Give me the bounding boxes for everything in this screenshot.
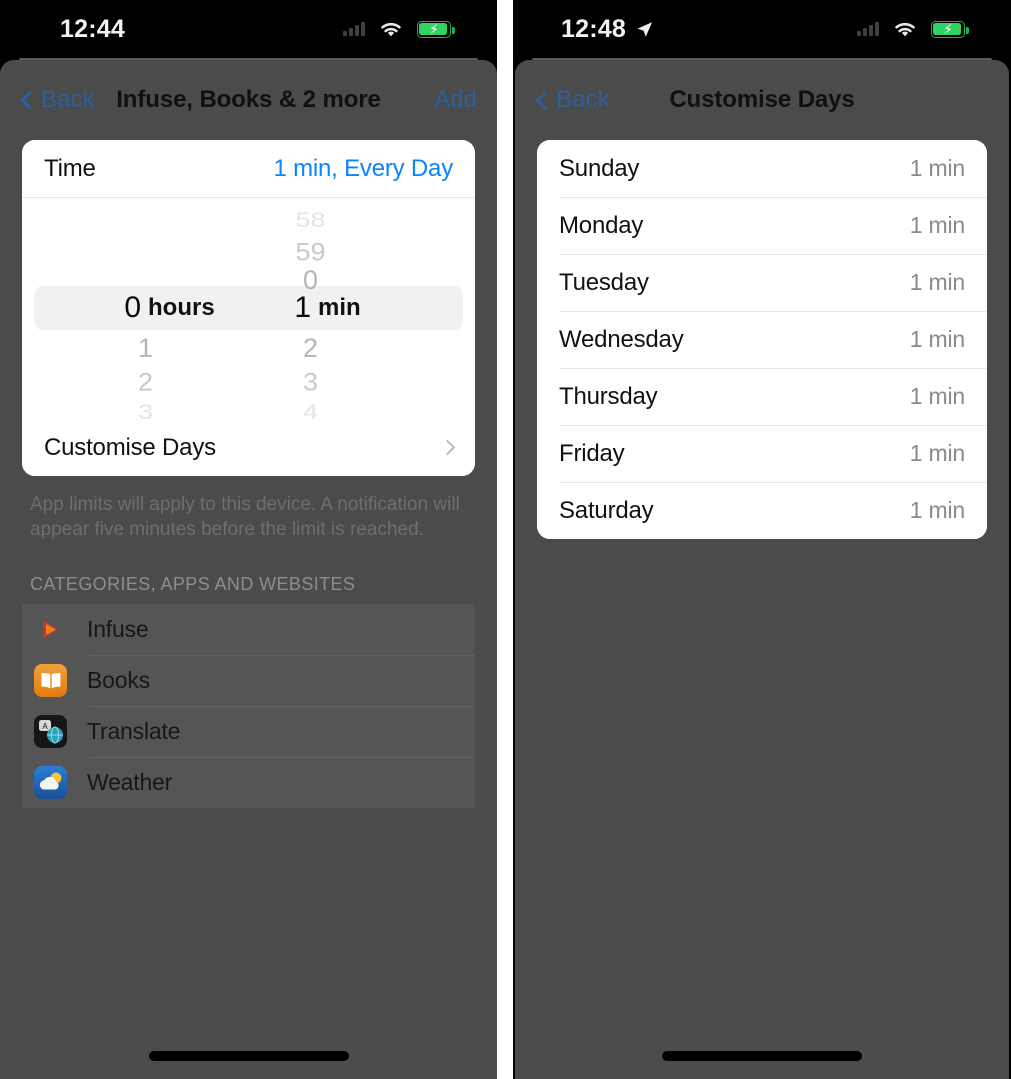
table-row[interactable]: Wednesday 1 min bbox=[537, 311, 987, 368]
home-indicator[interactable] bbox=[148, 1051, 349, 1061]
day-limit-value: 1 min bbox=[909, 269, 965, 295]
hours-value: 0 bbox=[124, 291, 141, 324]
infuse-app-icon bbox=[34, 613, 67, 646]
hours-picker-column[interactable]: 0 hours 1 2 3 bbox=[95, 198, 245, 424]
minutes-option[interactable]: 58 bbox=[253, 207, 403, 233]
wifi-icon bbox=[381, 22, 401, 36]
status-bar-clock: 12:44 bbox=[60, 14, 125, 43]
back-button[interactable]: Back bbox=[20, 86, 95, 114]
day-limit-value: 1 min bbox=[909, 326, 965, 352]
table-row[interactable]: Monday 1 min bbox=[537, 197, 987, 254]
list-item[interactable]: Weather bbox=[22, 757, 475, 808]
apps-list: Infuse Books A Translate Weather bbox=[22, 604, 475, 808]
day-limit-value: 1 min bbox=[909, 497, 965, 523]
right-status-bar: 12:48 ⚡ bbox=[513, 0, 1011, 58]
back-button[interactable]: Back bbox=[535, 86, 610, 114]
home-indicator[interactable] bbox=[662, 1051, 862, 1061]
day-limit-value: 1 min bbox=[909, 440, 965, 466]
minutes-option[interactable]: 59 bbox=[253, 237, 403, 266]
hours-selected-option[interactable]: 0 hours bbox=[95, 291, 245, 324]
cellular-signal-icon bbox=[343, 22, 365, 36]
table-row[interactable]: Thursday 1 min bbox=[537, 368, 987, 425]
minutes-option[interactable]: 3 bbox=[253, 367, 403, 396]
weather-app-icon bbox=[34, 766, 67, 799]
time-settings-card: Time 1 min, Every Day 0 hours 1 2 3 58 5… bbox=[22, 140, 475, 476]
add-button[interactable]: Add bbox=[434, 86, 477, 114]
time-row-value: 1 min, Every Day bbox=[273, 154, 453, 182]
battery-charging-icon: ⚡ bbox=[417, 20, 455, 38]
day-limit-value: 1 min bbox=[909, 212, 965, 238]
list-item[interactable]: Infuse bbox=[22, 604, 475, 655]
day-label: Wednesday bbox=[559, 325, 684, 353]
day-label: Friday bbox=[559, 439, 625, 467]
time-row-label: Time bbox=[44, 154, 96, 182]
app-name: Books bbox=[87, 667, 150, 693]
charging-bolt-icon: ⚡ bbox=[943, 21, 953, 37]
list-item[interactable]: Books bbox=[22, 655, 475, 706]
customise-days-row[interactable]: Customise Days bbox=[22, 419, 475, 476]
table-row[interactable]: Saturday 1 min bbox=[537, 482, 987, 539]
right-phone-screenshot: 12:48 ⚡ Back Customise Days Sunday 1 min… bbox=[513, 0, 1011, 1079]
table-row[interactable]: Sunday 1 min bbox=[537, 140, 987, 197]
app-name: Weather bbox=[87, 769, 173, 795]
wifi-icon bbox=[895, 22, 915, 36]
right-nav-bar: Back Customise Days bbox=[515, 60, 1009, 140]
duration-picker[interactable]: 0 hours 1 2 3 58 59 0 1 min 2 3 4 bbox=[22, 197, 475, 424]
books-app-icon bbox=[34, 664, 67, 697]
left-nav-bar: Back Infuse, Books & 2 more Add bbox=[0, 60, 497, 140]
chevron-left-icon bbox=[20, 90, 39, 110]
right-sheet: Back Customise Days Sunday 1 min Monday … bbox=[515, 60, 1009, 1079]
status-bar-indicators: ⚡ bbox=[857, 20, 969, 39]
location-arrow-icon bbox=[635, 20, 654, 39]
hours-option[interactable] bbox=[95, 207, 245, 233]
svg-text:A: A bbox=[42, 722, 48, 731]
table-row[interactable]: Tuesday 1 min bbox=[537, 254, 987, 311]
days-card: Sunday 1 min Monday 1 min Tuesday 1 min … bbox=[537, 140, 987, 539]
minutes-selected-option[interactable]: 1 min bbox=[253, 291, 403, 324]
categories-section-header: CATEGORIES, APPS AND WEBSITES bbox=[30, 574, 356, 594]
minutes-unit-label: min bbox=[318, 294, 361, 321]
limits-footer-note: App limits will apply to this device. A … bbox=[30, 494, 460, 540]
day-label: Tuesday bbox=[559, 268, 649, 296]
list-item[interactable]: A Translate bbox=[22, 706, 475, 757]
panel-divider bbox=[497, 0, 513, 1079]
battery-charging-icon: ⚡ bbox=[931, 20, 969, 38]
minutes-picker-column[interactable]: 58 59 0 1 min 2 3 4 bbox=[253, 198, 403, 424]
time-row[interactable]: Time 1 min, Every Day bbox=[22, 140, 475, 197]
minutes-value: 1 bbox=[294, 291, 311, 324]
day-label: Saturday bbox=[559, 496, 654, 524]
chevron-right-icon bbox=[439, 439, 456, 456]
day-label: Monday bbox=[559, 211, 644, 239]
charging-bolt-icon: ⚡ bbox=[429, 21, 439, 37]
day-label: Thursday bbox=[559, 382, 658, 410]
hours-option[interactable]: 1 bbox=[95, 332, 245, 364]
minutes-option[interactable]: 2 bbox=[253, 332, 403, 364]
day-limit-value: 1 min bbox=[909, 155, 965, 181]
cellular-signal-icon bbox=[857, 22, 879, 36]
left-phone-screenshot: 12:44 ⚡ Back Infuse, Books & 2 more Add … bbox=[0, 0, 497, 1079]
hours-unit-label: hours bbox=[148, 294, 215, 321]
left-status-bar: 12:44 ⚡ bbox=[0, 0, 497, 58]
day-limit-value: 1 min bbox=[909, 383, 965, 409]
back-button-label: Back bbox=[556, 86, 610, 113]
status-bar-clock: 12:48 bbox=[561, 14, 626, 43]
app-name: Translate bbox=[87, 718, 181, 744]
chevron-left-icon bbox=[535, 90, 554, 110]
hours-option[interactable] bbox=[95, 237, 245, 266]
app-name: Infuse bbox=[87, 616, 149, 642]
day-label: Sunday bbox=[559, 154, 640, 182]
screenshot-stage: 12:44 ⚡ Back Infuse, Books & 2 more Add … bbox=[0, 0, 1011, 1079]
translate-app-icon: A bbox=[34, 715, 67, 748]
customise-days-label: Customise Days bbox=[44, 433, 216, 461]
hours-option[interactable]: 2 bbox=[95, 367, 245, 396]
back-button-label: Back bbox=[41, 86, 95, 113]
table-row[interactable]: Friday 1 min bbox=[537, 425, 987, 482]
status-bar-indicators: ⚡ bbox=[343, 20, 455, 39]
left-sheet: Back Infuse, Books & 2 more Add Time 1 m… bbox=[0, 60, 497, 1079]
